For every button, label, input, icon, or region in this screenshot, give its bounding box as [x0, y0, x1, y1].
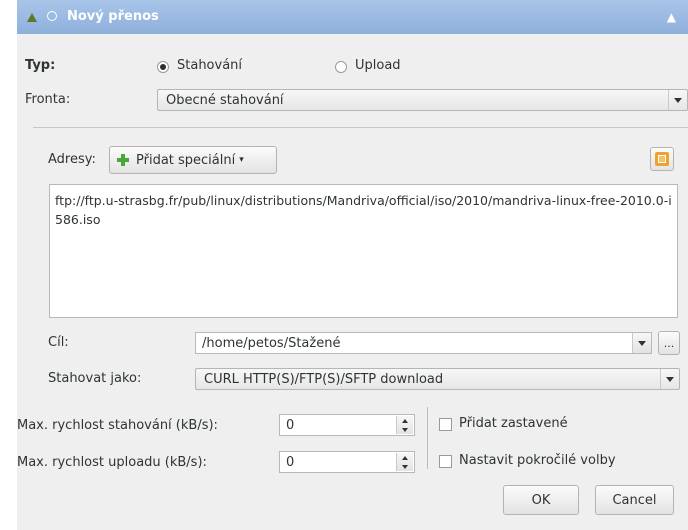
addresses-textarea[interactable]: ftp://ftp.u-strasbg.fr/pub/linux/distrib… [49, 184, 678, 318]
target-value: /home/petos/Stažené [202, 336, 341, 351]
spin-arrows-icon[interactable] [396, 453, 413, 471]
queue-label: Fronta: [25, 92, 71, 107]
ok-button[interactable]: OK [503, 485, 579, 515]
advanced-options-label[interactable]: Nastavit pokročilé volby [459, 453, 616, 468]
vertical-separator [427, 407, 428, 469]
download-speed-label: Max. rychlost stahování (kB/s): [17, 418, 218, 433]
cancel-label: Cancel [612, 492, 657, 508]
separator [33, 127, 688, 128]
add-special-button[interactable]: Přidat speciální ▾ [109, 146, 277, 174]
window-title: Nový přenos [67, 9, 159, 24]
cancel-button[interactable]: Cancel [595, 485, 674, 515]
advanced-options-checkbox[interactable] [439, 455, 452, 468]
queue-value: Obecné stahování [166, 93, 284, 108]
add-special-label: Přidat speciální [136, 152, 236, 168]
paste-button[interactable] [650, 147, 674, 171]
plus-icon [117, 154, 129, 166]
upload-speed-value: 0 [286, 455, 295, 470]
radio-download-label[interactable]: Stahování [177, 58, 242, 73]
window-menu-icon[interactable] [47, 11, 57, 21]
browse-label: ... [663, 336, 675, 350]
download-as-value: CURL HTTP(S)/FTP(S)/SFTP download [204, 372, 444, 387]
chevron-down-icon: ▾ [239, 155, 244, 165]
title-bar[interactable]: Nový přenos ▲ [17, 0, 688, 34]
clipboard-icon [655, 152, 669, 166]
download-speed-spinbox[interactable]: 0 [279, 414, 415, 436]
download-as-label: Stahovat jako: [48, 371, 142, 386]
spin-arrows-icon[interactable] [396, 416, 413, 434]
type-label: Typ: [25, 58, 56, 73]
app-icon [27, 13, 37, 22]
chevron-down-icon [660, 369, 679, 389]
target-input[interactable]: /home/petos/Stažené [195, 332, 652, 354]
addresses-label: Adresy: [48, 152, 96, 167]
chevron-down-icon [668, 90, 687, 110]
add-paused-label[interactable]: Přidat zastavené [459, 416, 568, 431]
queue-combo[interactable]: Obecné stahování [157, 89, 688, 111]
radio-upload-label[interactable]: Upload [355, 58, 401, 73]
chevron-down-icon[interactable] [632, 333, 651, 353]
dialog-window: Nový přenos ▲ Typ: Stahování Upload Fron… [17, 0, 688, 530]
radio-upload[interactable] [335, 61, 347, 73]
radio-download[interactable] [157, 61, 169, 73]
download-as-combo[interactable]: CURL HTTP(S)/FTP(S)/SFTP download [195, 368, 680, 390]
download-speed-value: 0 [286, 418, 295, 433]
window-collapse-icon[interactable]: ▲ [667, 10, 676, 24]
upload-speed-label: Max. rychlost uploadu (kB/s): [17, 455, 207, 470]
ok-label: OK [531, 492, 551, 508]
add-paused-checkbox[interactable] [439, 418, 452, 431]
browse-button[interactable]: ... [658, 331, 680, 355]
target-label: Cíl: [48, 335, 69, 350]
upload-speed-spinbox[interactable]: 0 [279, 451, 415, 473]
